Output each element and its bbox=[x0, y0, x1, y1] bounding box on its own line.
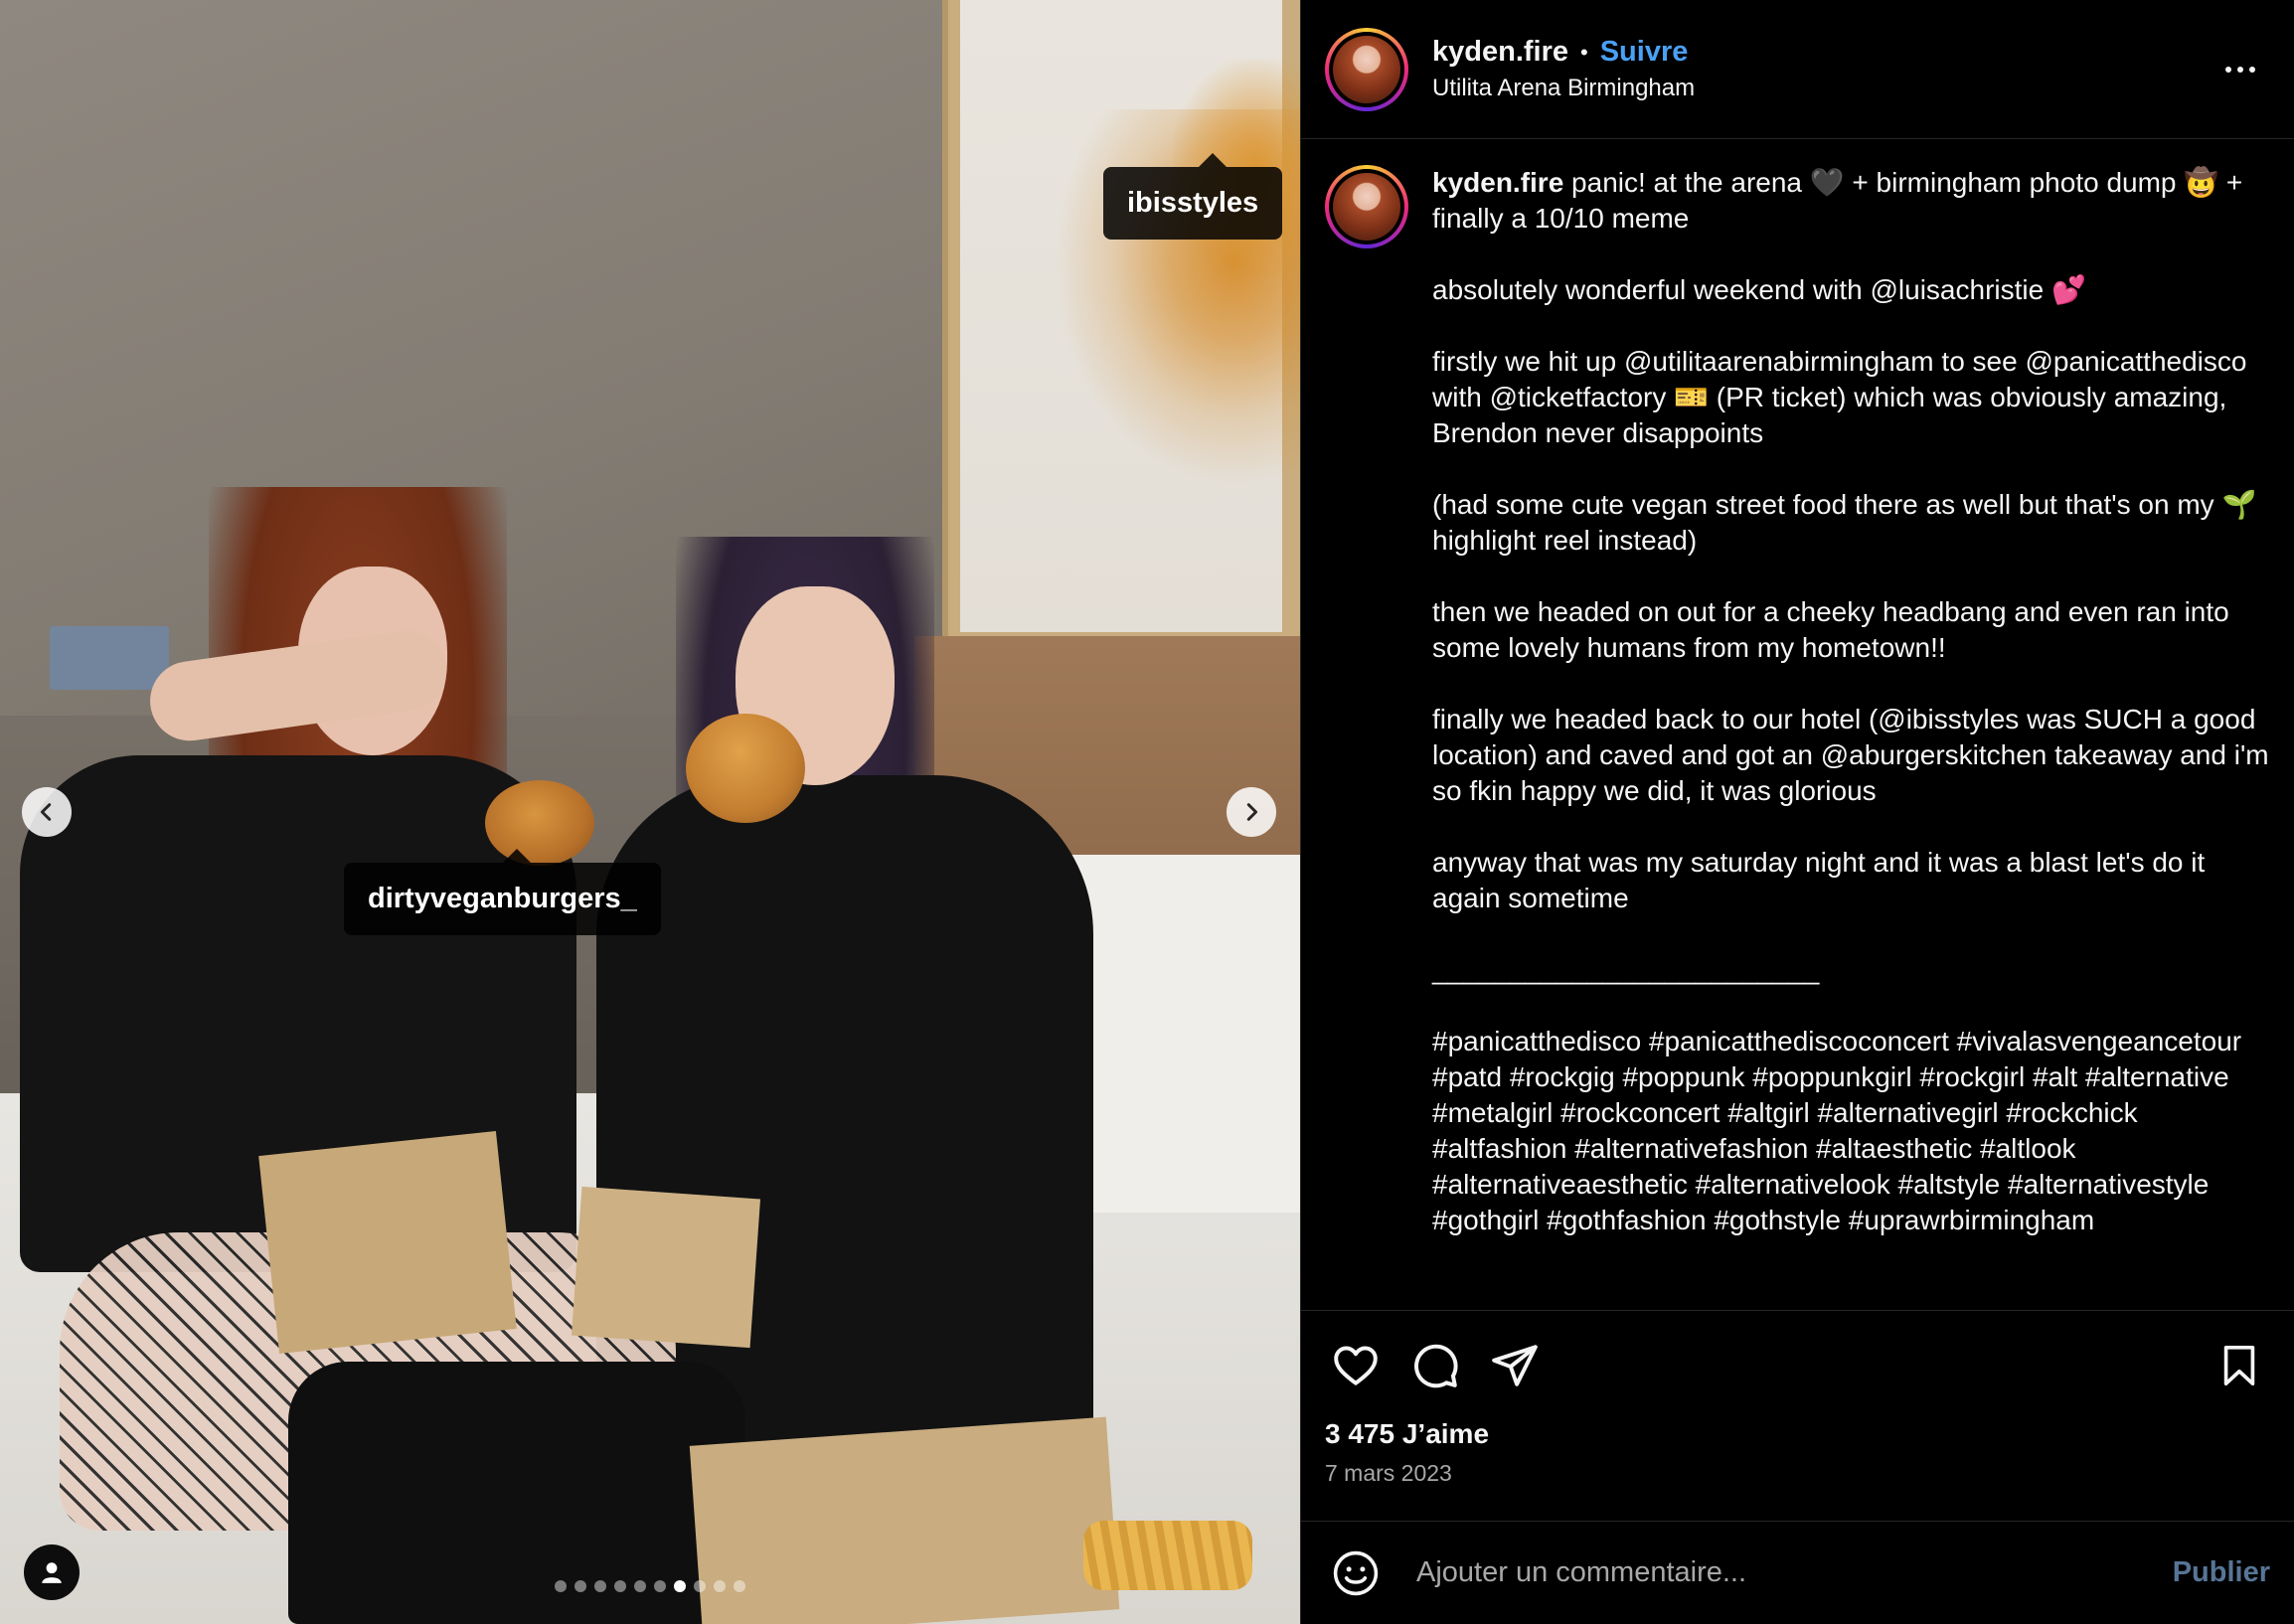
more-icon bbox=[2225, 66, 2231, 73]
like-button[interactable] bbox=[1325, 1335, 1387, 1396]
photo-tag-dirtyveganburgers[interactable]: dirtyveganburgers_ bbox=[344, 849, 661, 935]
carousel-dot bbox=[714, 1580, 726, 1592]
more-options-button[interactable] bbox=[2211, 50, 2270, 89]
photo-fries bbox=[1083, 1521, 1252, 1590]
carousel-dot bbox=[734, 1580, 745, 1592]
avatar-image bbox=[1333, 35, 1400, 103]
carousel-dot bbox=[614, 1580, 626, 1592]
header-separator: • bbox=[1580, 39, 1588, 65]
caption-avatar[interactable] bbox=[1325, 165, 1408, 248]
comment-button[interactable] bbox=[1404, 1335, 1466, 1396]
share-icon bbox=[1492, 1345, 1538, 1386]
save-button[interactable] bbox=[2209, 1335, 2270, 1396]
share-button[interactable] bbox=[1484, 1335, 1546, 1396]
emoji-icon bbox=[1333, 1550, 1379, 1595]
photo-box-2 bbox=[571, 1186, 761, 1349]
photo-box-1 bbox=[258, 1131, 517, 1354]
carousel-prev-button[interactable] bbox=[22, 787, 72, 837]
action-icons bbox=[1325, 1311, 2270, 1420]
carousel-dot bbox=[594, 1580, 606, 1592]
user-icon bbox=[42, 1562, 62, 1583]
photo-tag-ibisstyles[interactable]: ibisstyles bbox=[1103, 153, 1283, 240]
comment-bar: Publier bbox=[1301, 1521, 2294, 1624]
avatar-frame bbox=[1329, 169, 1404, 244]
carousel-dot bbox=[574, 1580, 586, 1592]
header-text: kyden.fire • Suivre Utilita Arena Birmin… bbox=[1432, 36, 2211, 102]
tag-pointer bbox=[1199, 153, 1227, 167]
post-modal: ibisstyles dirtyveganburgers_ kyden.fire… bbox=[0, 0, 2294, 1624]
avatar[interactable] bbox=[1325, 27, 1408, 111]
photo-burger-2 bbox=[686, 714, 805, 823]
bookmark-icon bbox=[2223, 1345, 2255, 1386]
publish-button[interactable]: Publier bbox=[2173, 1556, 2270, 1589]
carousel-dot bbox=[654, 1580, 666, 1592]
tagged-users-button[interactable] bbox=[24, 1544, 80, 1600]
carousel-dot bbox=[674, 1580, 686, 1592]
more-icon-dot bbox=[2237, 66, 2243, 73]
post-photo[interactable]: ibisstyles dirtyveganburgers_ bbox=[0, 0, 1300, 1624]
header-line: kyden.fire • Suivre bbox=[1432, 36, 2211, 69]
carousel-next-button[interactable] bbox=[1227, 787, 1276, 837]
chevron-left-icon bbox=[40, 803, 52, 821]
comment-input[interactable] bbox=[1416, 1556, 2173, 1589]
post-header: kyden.fire • Suivre Utilita Arena Birmin… bbox=[1301, 0, 2294, 139]
follow-button[interactable]: Suivre bbox=[1600, 36, 1689, 69]
emoji-button[interactable] bbox=[1325, 1543, 1387, 1604]
photo-burger-1 bbox=[485, 780, 594, 866]
photo-wall-sign bbox=[50, 626, 169, 690]
caption-username[interactable]: kyden.fire bbox=[1432, 167, 1563, 198]
comment-icon bbox=[1414, 1344, 1458, 1388]
location-link[interactable]: Utilita Arena Birmingham bbox=[1432, 75, 2211, 102]
chevron-right-icon bbox=[1246, 803, 1258, 821]
avatar-image bbox=[1333, 173, 1400, 241]
caption-text: kyden.fire panic! at the arena 🖤 + birmi… bbox=[1432, 165, 2270, 1310]
tag-label: dirtyveganburgers_ bbox=[368, 883, 637, 914]
photo-box-3 bbox=[689, 1416, 1120, 1624]
likes-count[interactable]: 3 475 J’aime bbox=[1325, 1418, 2270, 1450]
header-username[interactable]: kyden.fire bbox=[1432, 36, 1568, 69]
carousel-dot bbox=[634, 1580, 646, 1592]
carousel-dots bbox=[555, 1580, 745, 1592]
avatar-frame bbox=[1329, 31, 1404, 107]
actions-area: 3 475 J’aime 7 mars 2023 bbox=[1301, 1310, 2294, 1521]
carousel-dot bbox=[694, 1580, 706, 1592]
caption-area[interactable]: kyden.fire panic! at the arena 🖤 + birmi… bbox=[1301, 139, 2294, 1310]
heart-icon bbox=[1334, 1346, 1378, 1385]
more-icon-dot bbox=[2249, 66, 2255, 73]
tag-pointer bbox=[503, 849, 531, 863]
caption-body: panic! at the arena 🖤 + birmingham photo… bbox=[1432, 167, 2269, 1235]
tag-label: ibisstyles bbox=[1127, 187, 1259, 219]
post-date[interactable]: 7 mars 2023 bbox=[1325, 1460, 2270, 1487]
post-side-panel: kyden.fire • Suivre Utilita Arena Birmin… bbox=[1300, 0, 2294, 1624]
carousel-dot bbox=[555, 1580, 567, 1592]
